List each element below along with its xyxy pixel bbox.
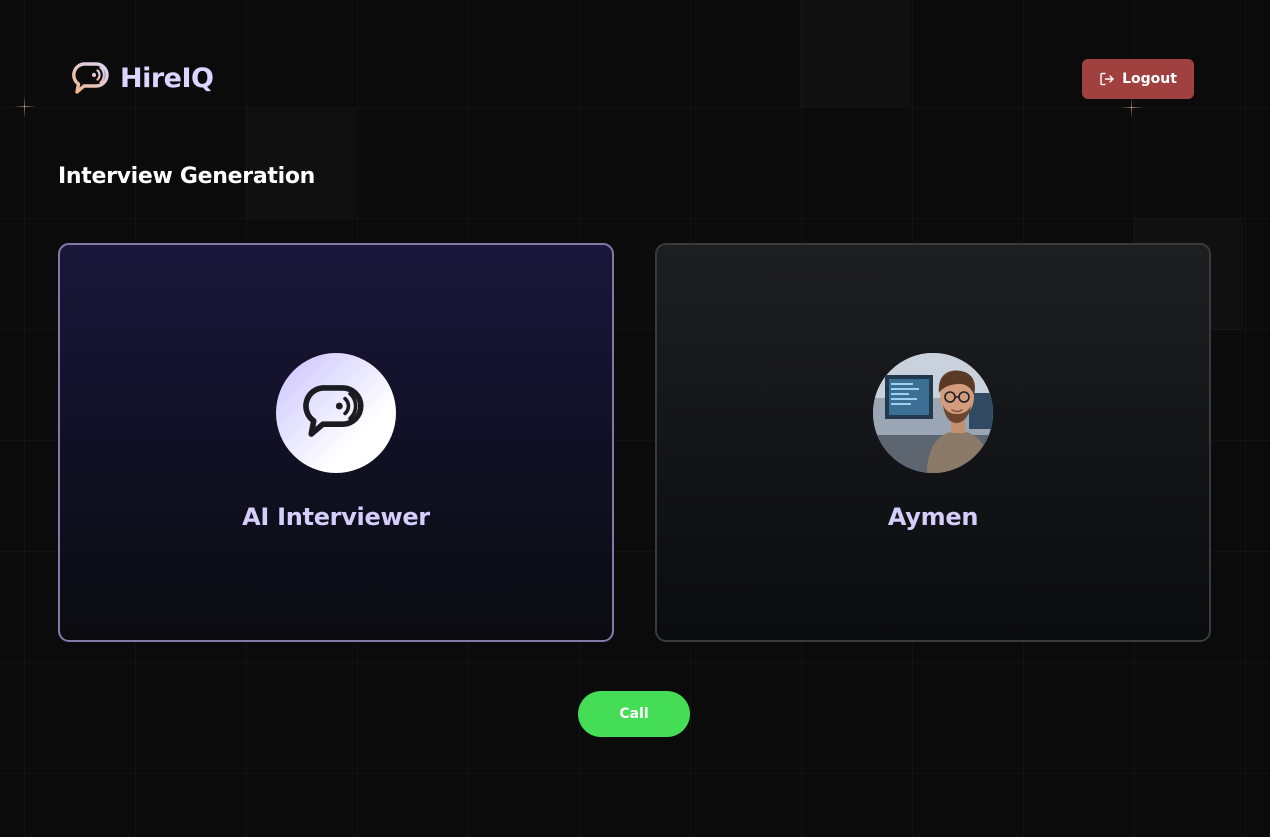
page-title: Interview Generation (58, 164, 316, 189)
brand-name: HireIQ (120, 62, 214, 94)
logout-icon (1099, 71, 1115, 87)
logout-label: Logout (1122, 71, 1177, 87)
call-button[interactable]: Call (578, 691, 690, 737)
ai-interviewer-card: AI Interviewer (58, 243, 614, 642)
user-card: Aymen (655, 243, 1211, 642)
sparkle-decoration (14, 96, 36, 118)
sparkle-decoration (1121, 97, 1143, 119)
user-avatar (873, 353, 993, 473)
background-tile (800, 0, 910, 107)
brand-logo[interactable]: HireIQ (72, 60, 214, 96)
background-tile (246, 108, 356, 218)
chat-bubble-signal-icon (303, 381, 369, 445)
ai-interviewer-label: AI Interviewer (242, 503, 430, 531)
user-name-label: Aymen (887, 503, 979, 531)
chat-bubble-signal-icon (72, 60, 112, 96)
user-photo-icon (873, 353, 993, 473)
logout-button[interactable]: Logout (1082, 59, 1194, 99)
ai-avatar (276, 353, 396, 473)
